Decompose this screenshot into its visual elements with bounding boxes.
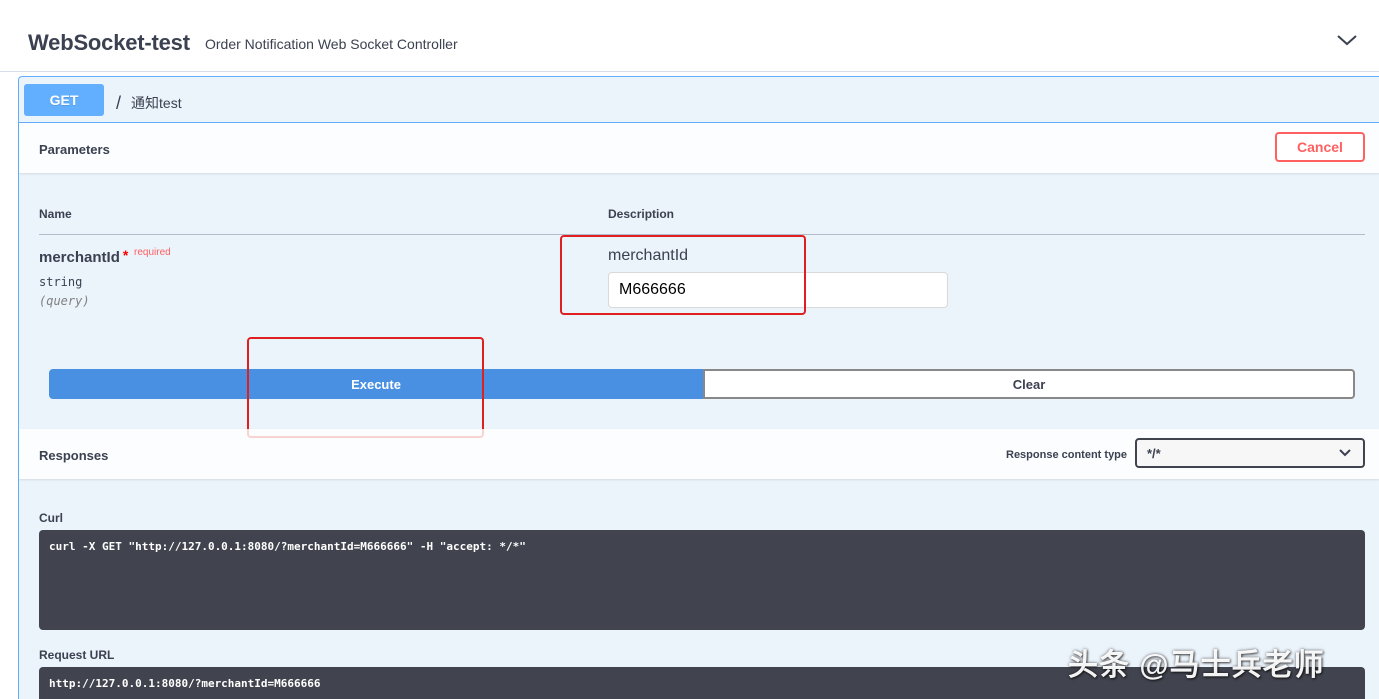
table-divider <box>39 234 1365 235</box>
tag-title: WebSocket-test <box>28 30 190 55</box>
param-description: merchantId <box>608 247 689 264</box>
tag-description: Order Notification Web Socket Controller <box>205 36 458 52</box>
parameters-title: Parameters <box>39 142 110 157</box>
parameters-header: Parameters Cancel <box>19 123 1379 173</box>
response-content-type-value: */* <box>1147 446 1161 461</box>
response-content-type-label: Response content type <box>1006 449 1128 461</box>
curl-label: Curl <box>39 511 63 525</box>
tag-header[interactable]: WebSocket-test Order Notification Web So… <box>0 0 1379 72</box>
param-location: (query) <box>39 294 90 308</box>
execute-button[interactable]: Execute <box>49 369 703 399</box>
required-label: required <box>134 247 171 258</box>
curl-code-block[interactable]: curl -X GET "http://127.0.0.1:8080/?merc… <box>39 530 1365 630</box>
col-header-description: Description <box>608 207 675 221</box>
required-star: * <box>122 247 129 263</box>
clear-button[interactable]: Clear <box>703 369 1355 399</box>
method-badge: GET <box>24 84 104 116</box>
path-text: 通知test <box>131 95 182 111</box>
param-name: merchantId * <box>39 247 129 266</box>
chevron-down-icon <box>1339 449 1351 457</box>
path-slash: / <box>116 93 122 113</box>
execute-button-group: Execute Clear <box>49 369 1355 399</box>
param-name-text: merchantId <box>39 249 120 266</box>
request-url-block[interactable]: http://127.0.0.1:8080/?merchantId=M66666… <box>39 667 1365 699</box>
operation-block: GET / 通知test Parameters Cancel Name Descr… <box>18 76 1379 699</box>
responses-title: Responses <box>39 448 109 463</box>
param-type: string <box>39 275 83 289</box>
operation-path: / 通知test <box>116 92 182 113</box>
col-header-name: Name <box>39 207 72 221</box>
cancel-button[interactable]: Cancel <box>1275 132 1365 162</box>
response-content-type-select[interactable]: */* <box>1135 438 1365 468</box>
chevron-down-icon[interactable] <box>1336 32 1358 48</box>
operation-summary[interactable]: GET / 通知test <box>19 77 1379 123</box>
merchant-id-input[interactable] <box>608 272 948 308</box>
request-url-label: Request URL <box>39 648 115 662</box>
